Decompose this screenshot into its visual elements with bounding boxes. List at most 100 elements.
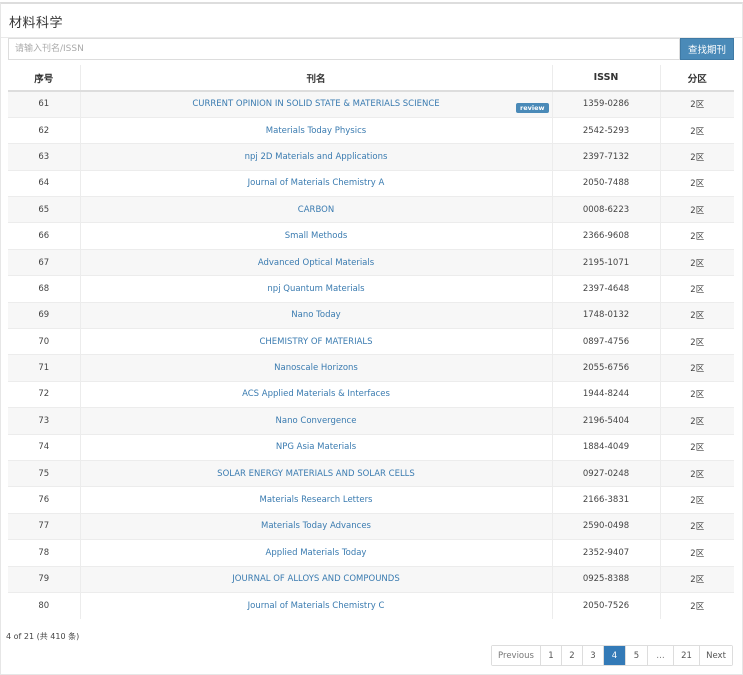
row-zone: 2区 (659, 591, 734, 619)
row-journal-cell: Journal of Materials Chemistry A (79, 169, 552, 197)
journal-link[interactable]: Applied Materials Today (266, 548, 367, 558)
row-index: 74 (8, 433, 80, 461)
journal-link[interactable]: Journal of Materials Chemistry C (248, 601, 385, 611)
page-ellipsis: … (647, 646, 673, 665)
journal-link[interactable]: Nano Today (291, 310, 340, 320)
column-header-index: 序号 (8, 65, 80, 92)
table-row: 64 Journal of Materials Chemistry A 2050-7… (8, 169, 734, 197)
page-button-5[interactable]: 5 (625, 646, 647, 665)
journal-link[interactable]: CHEMISTRY OF MATERIALS (259, 337, 372, 347)
row-zone: 2区 (659, 512, 734, 540)
row-index: 78 (8, 539, 80, 567)
row-index: 68 (8, 275, 80, 303)
journal-link[interactable]: CARBON (298, 205, 334, 215)
row-journal-cell: Materials Today Advances (79, 512, 552, 540)
row-index: 76 (8, 486, 80, 514)
journal-link[interactable]: CURRENT OPINION IN SOLID STATE & MATERIA… (192, 99, 439, 109)
row-journal-cell: JOURNAL OF ALLOYS AND COMPOUNDS (79, 565, 552, 593)
table-row: 79 JOURNAL OF ALLOYS AND COMPOUNDS 0925-83… (8, 565, 734, 593)
row-journal-cell: Nanoscale Horizons (79, 354, 552, 382)
row-journal-cell: ACS Applied Materials & Interfaces (79, 380, 552, 408)
journal-link[interactable]: Nano Convergence (276, 416, 357, 426)
row-index: 71 (8, 354, 80, 382)
row-index: 70 (8, 328, 80, 355)
table-row: 66 Small Methods 2366-9608 2区 (8, 222, 734, 250)
search-input[interactable] (8, 38, 680, 60)
journal-link[interactable]: ACS Applied Materials & Interfaces (242, 389, 390, 399)
next-page-button[interactable]: Next (699, 646, 732, 665)
row-journal-cell: CURRENT OPINION IN SOLID STATE & MATERIA… (79, 90, 552, 118)
journal-link[interactable]: JOURNAL OF ALLOYS AND COMPOUNDS (232, 574, 399, 584)
table-row: 65 CARBON 0008-6223 2区 (8, 196, 734, 223)
table-row: 70 CHEMISTRY OF MATERIALS 0897-4756 2区 (8, 328, 734, 355)
page-title: 材料科学 (9, 16, 64, 31)
row-issn: 2542-5293 (551, 116, 660, 144)
row-issn: 2195-1071 (551, 248, 660, 276)
row-issn: 1748-0132 (551, 301, 660, 329)
journal-link[interactable]: Journal of Materials Chemistry A (248, 178, 385, 188)
row-index: 66 (8, 222, 80, 250)
journal-link[interactable]: Materials Today Advances (261, 521, 371, 531)
row-issn: 2397-4648 (551, 275, 660, 303)
journal-link[interactable]: SOLAR ENERGY MATERIALS AND SOLAR CELLS (217, 469, 415, 479)
row-issn: 2055-6756 (551, 354, 660, 382)
row-zone: 2区 (659, 196, 734, 223)
row-journal-cell: Nano Today (79, 301, 552, 329)
journal-link[interactable]: npj 2D Materials and Applications (245, 152, 388, 162)
row-issn: 2397-7132 (551, 143, 660, 171)
journal-link[interactable]: Advanced Optical Materials (258, 258, 374, 268)
row-issn: 2050-7526 (551, 591, 660, 619)
table-row: 69 Nano Today 1748-0132 2区 (8, 301, 734, 329)
journal-link[interactable]: npj Quantum Materials (267, 284, 364, 294)
search-button[interactable]: 查找期刊 (680, 38, 734, 60)
row-issn: 2050-7488 (551, 169, 660, 197)
row-zone: 2区 (659, 301, 734, 329)
row-index: 75 (8, 459, 80, 487)
row-zone: 2区 (659, 275, 734, 303)
page-button-3[interactable]: 3 (582, 646, 603, 665)
page-button-1[interactable]: 1 (540, 646, 561, 665)
search-bar: 查找期刊 (8, 38, 734, 60)
row-journal-cell: Advanced Optical Materials (79, 248, 552, 276)
page-button-2[interactable]: 2 (561, 646, 582, 665)
row-issn: 2352-9407 (551, 539, 660, 567)
journal-link[interactable]: Nanoscale Horizons (274, 363, 358, 373)
row-zone: 2区 (659, 354, 734, 382)
journal-table: 序号 刊名 ISSN 分区 61 CURRENT OPINION IN SOLID… (8, 65, 734, 619)
journal-link[interactable]: NPG Asia Materials (276, 442, 356, 452)
row-issn: 2366-9608 (551, 222, 660, 250)
row-journal-cell: Applied Materials Today (79, 539, 552, 567)
row-index: 64 (8, 169, 80, 197)
column-header-issn: ISSN (551, 65, 660, 92)
journal-link[interactable]: Materials Research Letters (260, 495, 373, 505)
page-button-4[interactable]: 4 (603, 646, 625, 665)
row-zone: 2区 (659, 143, 734, 171)
previous-page-button[interactable]: Previous (492, 646, 540, 665)
row-index: 63 (8, 143, 80, 171)
table-row: 68 npj Quantum Materials 2397-4648 2区 (8, 275, 734, 303)
review-badge: review (516, 103, 549, 113)
row-zone: 2区 (659, 565, 734, 593)
table-body: 61 CURRENT OPINION IN SOLID STATE & MATER… (8, 90, 734, 619)
row-journal-cell: CARBON (79, 196, 552, 223)
row-zone: 2区 (659, 90, 734, 118)
row-issn: 0897-4756 (551, 328, 660, 355)
row-journal-cell: npj 2D Materials and Applications (79, 143, 552, 171)
journal-link[interactable]: Materials Today Physics (266, 126, 366, 136)
row-zone: 2区 (659, 459, 734, 487)
table-row: 67 Advanced Optical Materials 2195-1071 2区 (8, 248, 734, 276)
row-journal-cell: Journal of Materials Chemistry C (79, 591, 552, 619)
row-zone: 2区 (659, 169, 734, 197)
row-issn: 1359-0286 (551, 90, 660, 118)
row-journal-cell: NPG Asia Materials (79, 433, 552, 461)
journal-link[interactable]: Small Methods (285, 231, 348, 241)
page-button-21[interactable]: 21 (673, 646, 699, 665)
row-index: 67 (8, 248, 80, 276)
column-header-zone: 分区 (659, 65, 734, 92)
result-summary: 4 of 21 (共 410 条) (6, 632, 80, 641)
row-journal-cell: Small Methods (79, 222, 552, 250)
table-row: 76 Materials Research Letters 2166-3831 2区 (8, 486, 734, 514)
row-issn: 1884-4049 (551, 433, 660, 461)
row-issn: 0008-6223 (551, 196, 660, 223)
row-index: 73 (8, 407, 80, 435)
